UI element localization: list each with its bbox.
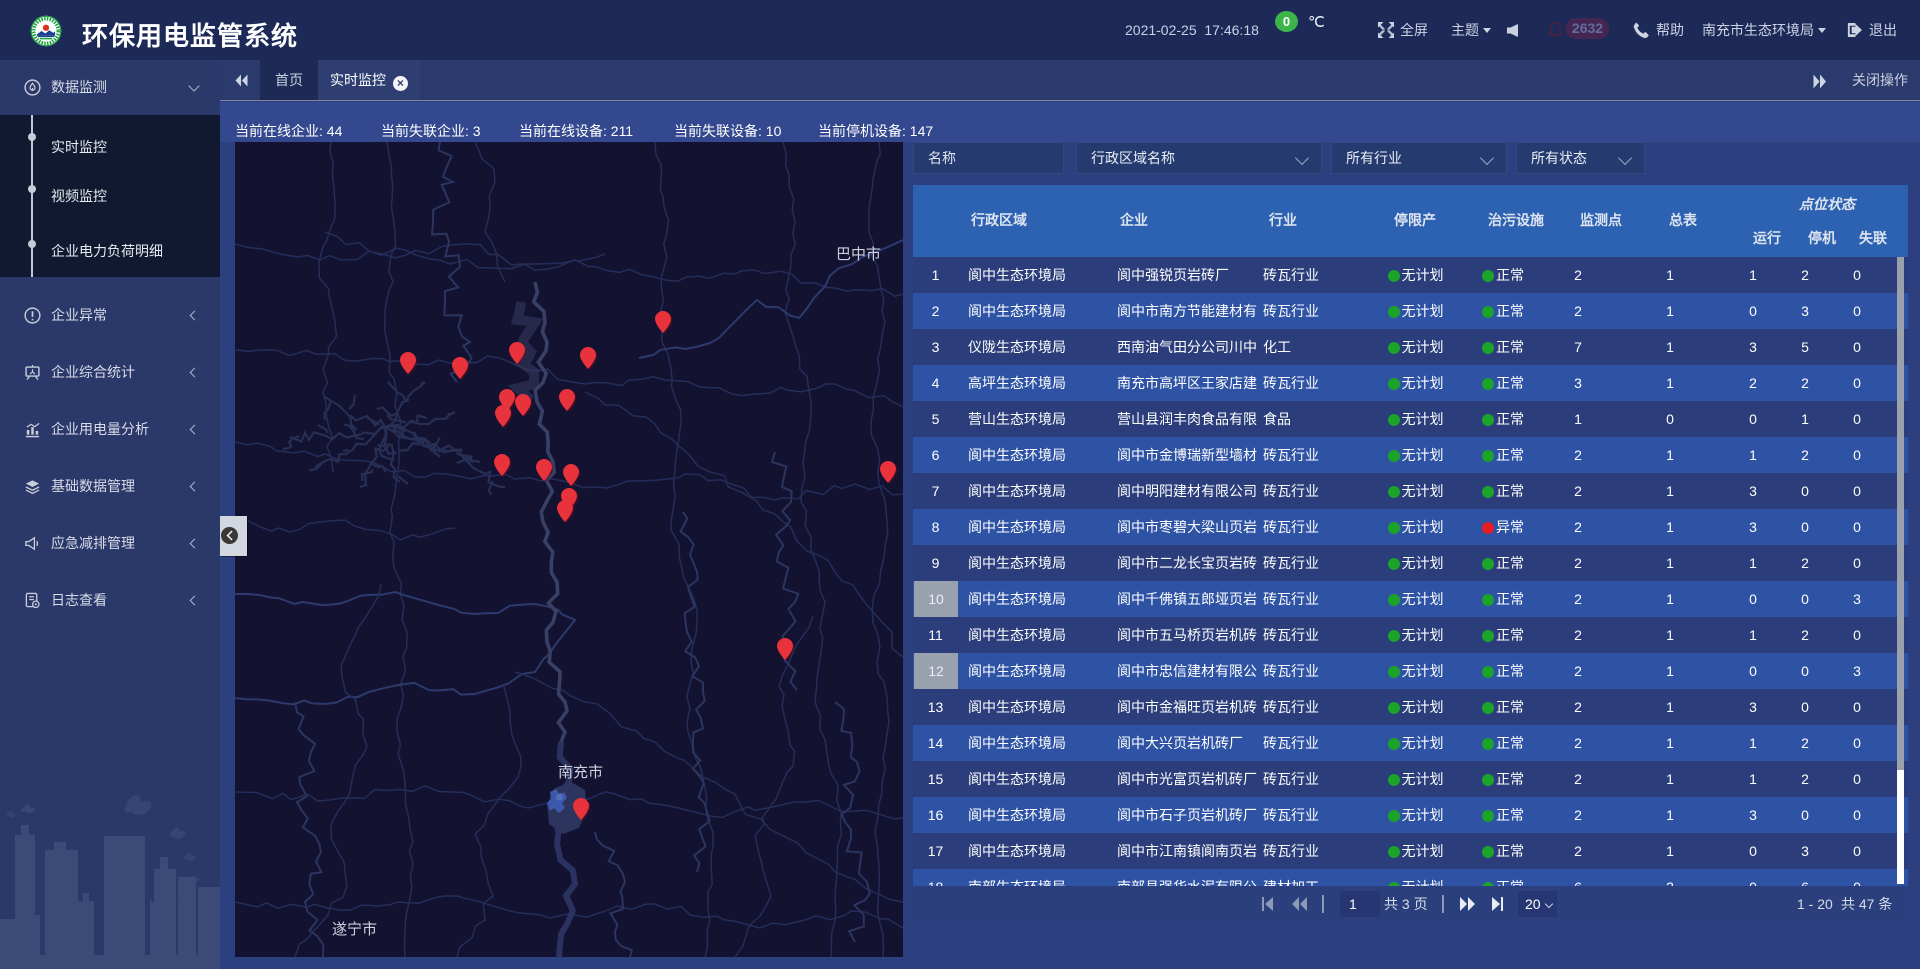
- svg-text:遂宁市: 遂宁市: [332, 921, 377, 938]
- svg-text:南充市: 南充市: [558, 764, 603, 781]
- svg-text:巴中市: 巴中市: [836, 246, 881, 263]
